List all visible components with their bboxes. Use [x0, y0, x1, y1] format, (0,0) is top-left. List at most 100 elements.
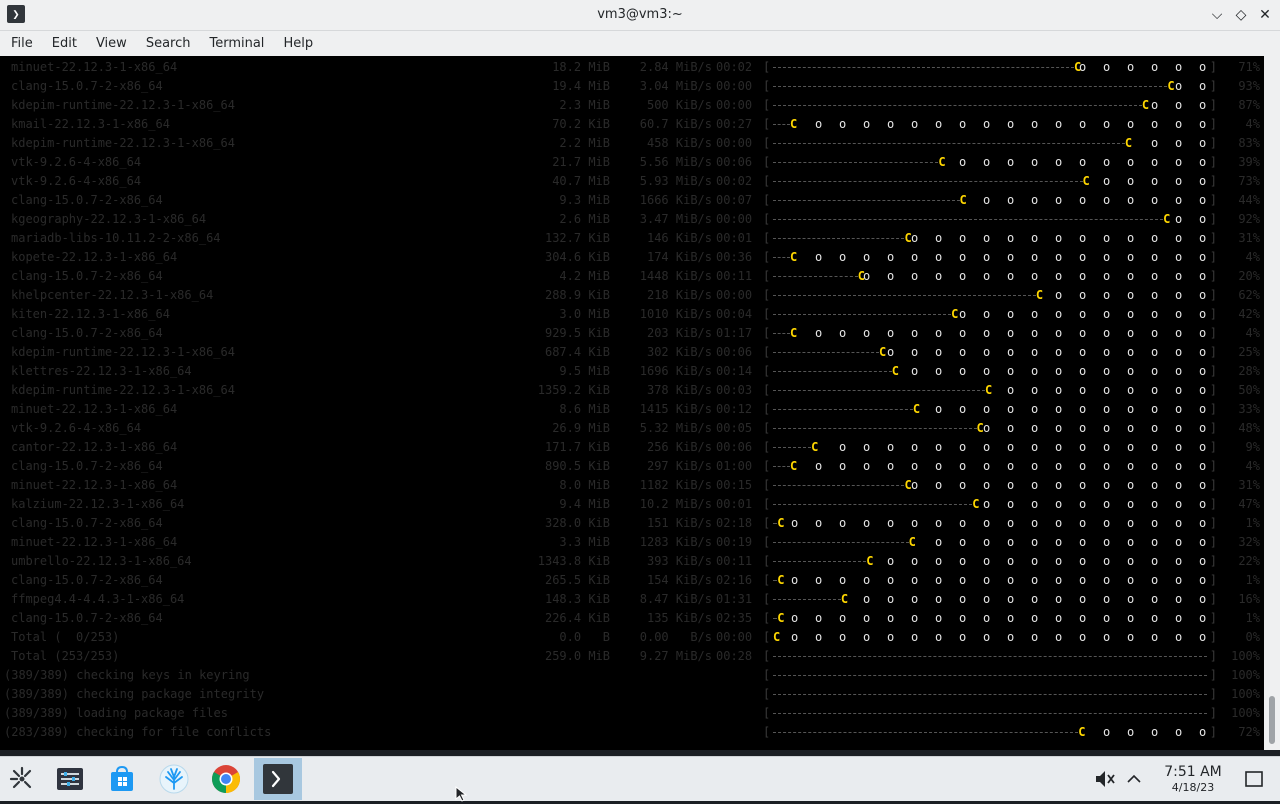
- download-rate: 8.47 KiB/s: [639, 592, 712, 606]
- download-percent: 31%: [1238, 478, 1260, 492]
- progress-dot: o: [887, 345, 895, 359]
- chrome-browser-icon[interactable]: [210, 763, 242, 795]
- progress-dot: o: [1199, 402, 1207, 416]
- download-rate: 1415 KiB/s: [639, 402, 712, 416]
- menu-file[interactable]: File: [3, 31, 41, 56]
- progress-dot: o: [1007, 554, 1015, 568]
- progress-dot: o: [1199, 573, 1207, 587]
- progress-dot: o: [1031, 459, 1039, 473]
- progress-dot: o: [1103, 288, 1111, 302]
- progress-bar: [] Co o o o o o: [763, 58, 1217, 77]
- progress-dot: o: [911, 345, 919, 359]
- progress-dot: o: [1175, 725, 1183, 739]
- progress-dot: o: [887, 611, 895, 625]
- bar-bracket-close: ]: [1209, 573, 1217, 587]
- menu-help[interactable]: Help: [275, 31, 321, 56]
- progress-dot: o: [935, 592, 943, 606]
- menu-terminal[interactable]: Terminal: [201, 31, 272, 56]
- progress-dot: o: [983, 402, 991, 416]
- discover-store-icon[interactable]: [106, 763, 138, 795]
- progress-dot: o: [1055, 459, 1063, 473]
- download-size: 4.2 MiB: [559, 269, 610, 283]
- clock-time[interactable]: 7:51 AM: [1152, 764, 1234, 780]
- minimize-button[interactable]: ⌵: [1206, 4, 1228, 26]
- progress-dot: o: [983, 421, 991, 435]
- taskbar-terminal-task[interactable]: [254, 758, 302, 800]
- progress-dot: o: [1151, 497, 1159, 511]
- progress-dot: o: [1175, 60, 1183, 74]
- progress-dot: o: [1151, 60, 1159, 74]
- progress-dot: o: [1079, 326, 1087, 340]
- progress-dot: o: [1175, 478, 1183, 492]
- progress-bar: [] Co o o o o o o o o o o o o o o o o: [763, 115, 1217, 134]
- progress-dot: o: [1127, 478, 1135, 492]
- progress-dot: o: [959, 535, 967, 549]
- kde-app-icon[interactable]: [158, 763, 190, 795]
- taskbar: [0, 756, 1280, 801]
- progress-dot: o: [959, 478, 967, 492]
- download-size: 1343.8 KiB: [537, 554, 610, 568]
- menu-search[interactable]: Search: [138, 31, 199, 56]
- download-percent: 16%: [1238, 592, 1260, 606]
- chevron-up-icon[interactable]: [1124, 769, 1144, 789]
- progress-dot: o: [983, 364, 991, 378]
- progress-trail: [773, 295, 1036, 296]
- download-size: 70.2 KiB: [552, 117, 610, 131]
- menu-edit[interactable]: Edit: [44, 31, 85, 56]
- progress-dot: o: [1007, 231, 1015, 245]
- progress-dot: o: [935, 573, 943, 587]
- package-name: kdepim-runtime-22.12.3-1-x86_64: [11, 98, 235, 112]
- download-percent: 92%: [1238, 212, 1260, 226]
- download-size: 40.7 MiB: [552, 174, 610, 188]
- app-launcher-icon[interactable]: [6, 763, 38, 795]
- progress-dot: o: [1199, 592, 1207, 606]
- progress-trail: [773, 200, 960, 201]
- progress-dot: o: [863, 592, 871, 606]
- download-size: 2.3 MiB: [559, 98, 610, 112]
- muted-volume-icon[interactable]: [1092, 767, 1116, 791]
- bar-bracket-open: [: [763, 231, 771, 245]
- progress-dot: o: [1151, 554, 1159, 568]
- progress-dot: o: [935, 554, 943, 568]
- bar-bracket-open: [: [763, 79, 771, 93]
- terminal-scrollbar[interactable]: [1264, 56, 1280, 750]
- menu-view[interactable]: View: [88, 31, 135, 56]
- progress-dot: o: [1175, 516, 1183, 530]
- progress-dot: o: [983, 440, 991, 454]
- progress-dot: o: [1199, 440, 1207, 454]
- download-row: ffmpeg4.4-4.4.3-1-x86_64 148.3 KiB 8.47 Ki…: [0, 590, 1264, 609]
- download-rate: 0.00 B/s: [639, 630, 712, 644]
- pacman-progress-marker: C: [789, 459, 798, 473]
- progress-dot: o: [935, 478, 943, 492]
- progress-dot: o: [1007, 269, 1015, 283]
- progress-dot: o: [1199, 136, 1207, 150]
- progress-dot: o: [1103, 307, 1111, 321]
- progress-dot: o: [1007, 478, 1015, 492]
- clock-date[interactable]: 4/18/23: [1152, 781, 1234, 794]
- progress-dot: o: [1127, 573, 1135, 587]
- progress-bar: [] Co o o o o o o o o o o o o: [763, 362, 1217, 381]
- download-time: 01:00: [716, 459, 753, 473]
- download-time: 00:04: [716, 307, 753, 321]
- show-desktop-icon[interactable]: [1242, 767, 1266, 791]
- scrollbar-thumb[interactable]: [1269, 696, 1275, 744]
- progress-dot: o: [1175, 440, 1183, 454]
- progress-dot: o: [1055, 440, 1063, 454]
- progress-dot: o: [959, 364, 967, 378]
- progress-dot: o: [1175, 364, 1183, 378]
- bar-bracket-open: [: [763, 440, 771, 454]
- terminal-output[interactable]: minuet-22.12.3-1-x86_64 18.2 MiB 2.84 MiB/…: [0, 56, 1264, 750]
- progress-dot: o: [935, 402, 943, 416]
- download-time: 00:06: [716, 155, 753, 169]
- download-rate: 256 KiB/s: [646, 440, 712, 454]
- download-rate: 203 KiB/s: [646, 326, 712, 340]
- bar-bracket-close: ]: [1209, 288, 1217, 302]
- progress-dot: o: [839, 573, 847, 587]
- download-time: 02:18: [716, 516, 753, 530]
- maximize-button[interactable]: ◇: [1230, 4, 1252, 26]
- download-row: clang-15.0.7-2-x86_64 890.5 KiB 297 KiB/s 0…: [0, 457, 1264, 476]
- progress-dot: o: [959, 117, 967, 131]
- progress-dot: o: [911, 326, 919, 340]
- close-button[interactable]: ✕: [1254, 4, 1276, 26]
- system-settings-icon[interactable]: [54, 763, 86, 795]
